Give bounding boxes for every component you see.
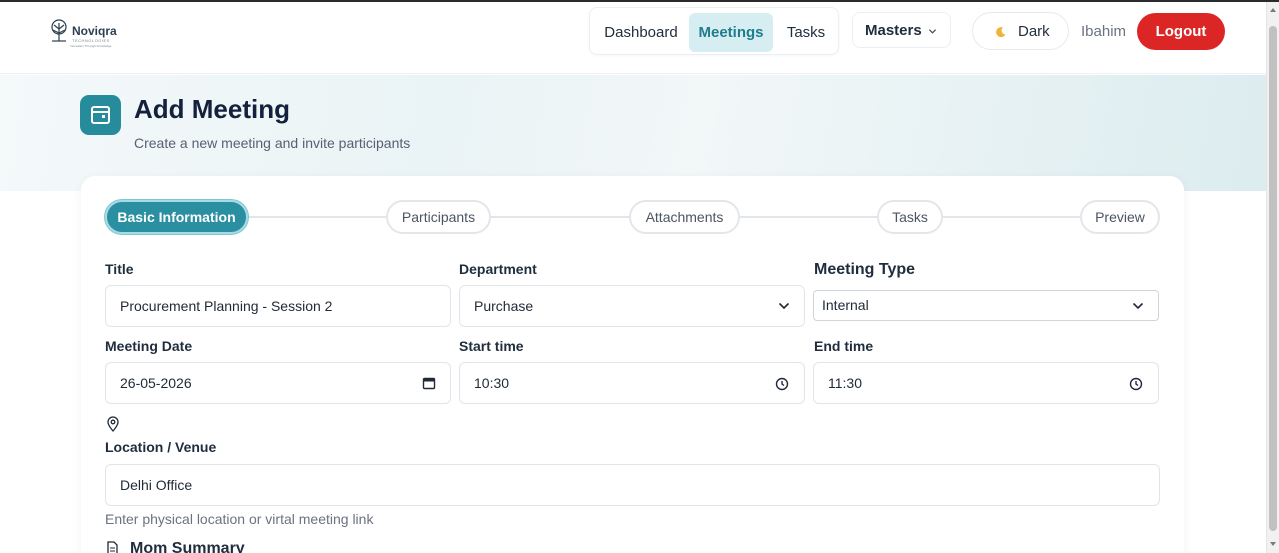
stepper-connector — [941, 216, 1082, 218]
meeting-date-input[interactable]: 26-05-2026 — [105, 362, 451, 404]
page-title: Add Meeting — [134, 94, 290, 124]
stepper-connector — [738, 216, 879, 218]
start-time-label: Start time — [459, 338, 524, 354]
start-time-input[interactable]: 10:30 — [459, 362, 805, 404]
page-header: Add Meeting Create a new meeting and inv… — [0, 75, 1266, 191]
meeting-type-select[interactable]: Internal — [813, 290, 1159, 321]
stepper-connector — [489, 216, 630, 218]
step-attachments[interactable]: Attachments — [629, 200, 740, 234]
clock-icon[interactable] — [1129, 377, 1143, 391]
department-select[interactable]: Purchase — [459, 285, 805, 327]
chevron-down-icon — [1132, 302, 1144, 310]
scroll-up-arrow-icon[interactable] — [1270, 8, 1276, 12]
brand-logo[interactable]: Noviqra TECHNOLOGIES Innovation Through … — [48, 19, 128, 49]
moon-icon — [996, 27, 1006, 38]
main-nav: Dashboard Meetings Tasks — [589, 7, 839, 55]
end-time-value: 11:30 — [828, 375, 862, 391]
brand-name: Noviqra — [72, 24, 117, 38]
top-navbar: Noviqra TECHNOLOGIES Innovation Through … — [0, 2, 1266, 74]
title-input[interactable]: Procurement Planning - Session 2 — [105, 285, 451, 327]
page-icon — [80, 95, 121, 135]
step-preview[interactable]: Preview — [1080, 200, 1160, 234]
end-time-input[interactable]: 11:30 — [813, 362, 1159, 404]
meeting-form-card: Basic Information Participants Attachmen… — [81, 176, 1184, 553]
mom-summary-label: Mom Summary — [130, 540, 245, 553]
step-basic-information[interactable]: Basic Information — [105, 200, 248, 234]
start-time-value: 10:30 — [474, 375, 510, 391]
meeting-date-label: Meeting Date — [105, 338, 193, 354]
nav-meetings[interactable]: Meetings — [689, 13, 773, 52]
logout-button[interactable]: Logout — [1137, 13, 1225, 50]
department-value: Purchase — [474, 298, 534, 314]
theme-toggle-button[interactable]: Dark — [972, 12, 1069, 50]
department-label: Department — [459, 261, 537, 277]
title-label: Title — [105, 261, 134, 277]
document-icon — [107, 541, 118, 553]
scrollbar-thumb[interactable] — [1269, 26, 1277, 531]
masters-dropdown[interactable]: Masters — [852, 12, 951, 48]
chevron-down-icon — [778, 302, 790, 310]
location-label: Location / Venue — [105, 439, 217, 455]
tree-logo-icon — [51, 19, 67, 42]
page-scrollbar[interactable] — [1266, 2, 1279, 553]
map-pin-icon — [107, 416, 119, 432]
clock-icon[interactable] — [775, 377, 789, 391]
brand-slogan: Innovation Through Knowledge — [70, 44, 112, 48]
calendar-picker-icon[interactable] — [422, 376, 436, 390]
meeting-type-label: Meeting Type — [814, 261, 916, 278]
step-participants[interactable]: Participants — [386, 200, 491, 234]
stepper-connector — [247, 216, 388, 218]
theme-toggle-label: Dark — [1018, 23, 1050, 40]
end-time-label: End time — [814, 338, 874, 354]
username: Ibahim — [1081, 23, 1127, 40]
scroll-down-arrow-icon[interactable] — [1270, 542, 1276, 546]
location-input[interactable]: Delhi Office — [105, 464, 1160, 506]
masters-label: Masters — [865, 22, 922, 39]
meeting-date-value: 26-05-2026 — [120, 375, 192, 391]
calendar-icon — [91, 106, 110, 124]
brand-tagline: TECHNOLOGIES — [72, 38, 110, 43]
page-subtitle: Create a new meeting and invite particip… — [134, 135, 411, 151]
chevron-down-icon — [928, 29, 937, 34]
meeting-type-value: Internal — [822, 297, 869, 313]
nav-tasks[interactable]: Tasks — [776, 13, 836, 52]
location-hint: Enter physical location or virtal meetin… — [105, 511, 374, 527]
nav-dashboard[interactable]: Dashboard — [595, 13, 687, 52]
step-tasks[interactable]: Tasks — [877, 200, 943, 234]
